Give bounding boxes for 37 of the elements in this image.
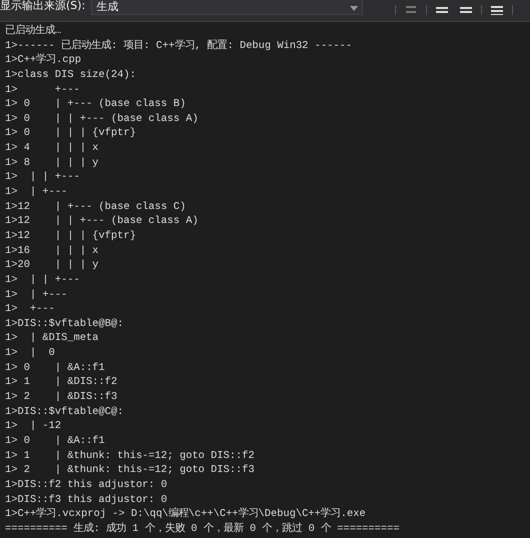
output-line: 1> 8 | | | y [5, 156, 100, 170]
output-line: 1> 1 | &DIS::f2 [5, 375, 118, 390]
output-line: ========== 生成: 成功 1 个，失败 0 个，最新 0 个，跳过 0 个 ========== [5, 522, 400, 536]
output-line: 1> 2 | &DIS::f3 [5, 390, 118, 405]
output-line: 1> 2 | &thunk: this-=12; goto DIS::f3 [5, 463, 256, 478]
output-line: 1>C++学习.vcxproj -> D:\qq\编程\c++\C++学习\Debug\C++学习.exe [5, 507, 367, 522]
output-line: 1> 0 | | +--- (base class A) [5, 112, 200, 126]
output-line: 1> 1 | &thunk: this-=12; goto DIS::f2 [5, 448, 256, 464]
output-line: 1>12 | | | {vfptr} [5, 228, 137, 244]
output-line: 1>12 | +--- (base class C) [5, 200, 187, 214]
output-line: 1>16 | | | x [5, 244, 100, 258]
output-line: 1>DIS::f3 this adjustor: 0 [5, 492, 168, 508]
output-line: 1>DIS::f2 this adjustor: 0 [5, 478, 168, 492]
output-line: 1> 0 | +--- (base class B) [5, 97, 187, 112]
output-line: 1>class DIS size(24): [5, 68, 137, 83]
output-line: 1>DIS::$vftable@C@: [5, 404, 124, 420]
output-line: 1> | -12 [5, 419, 62, 434]
output-line: 1> 0 | &A::f1 [5, 360, 106, 376]
output-line: 1>------ 已启动生成: 项目: C++学习, 配置: Debug Win32 ------ [5, 38, 353, 54]
output-line: 1> | 0 [5, 346, 56, 361]
source-label: 显示输出来源(S): [0, 0, 86, 13]
output-line: 1> 4 | | | x [5, 141, 100, 156]
output-line: 已启动生成… [5, 24, 62, 39]
output-line: 1>C++学习.cpp [5, 53, 82, 68]
output-line: 1> | | +--- [5, 272, 81, 288]
output-line: 1> +--- [5, 82, 81, 98]
output-line: 1>20 | | | y [5, 258, 100, 273]
output-line: 1> 0 | &A::f1 [5, 434, 106, 449]
output-line: 1> | &DIS_meta [5, 331, 100, 346]
source-dropdown[interactable]: 生成 [91, 0, 364, 15]
output-line: 1>12 | | +--- (base class A) [5, 214, 200, 229]
output-line: 1> 0 | | | {vfptr} [5, 126, 137, 142]
output-line: 1> | +--- [5, 288, 68, 302]
output-line: 1> | | +--- [5, 170, 81, 186]
output-line: 1>DIS::$vftable@B@: [5, 316, 124, 332]
output-line: 1> | +--- [5, 185, 68, 200]
output-line: 1> +--- [5, 302, 56, 317]
